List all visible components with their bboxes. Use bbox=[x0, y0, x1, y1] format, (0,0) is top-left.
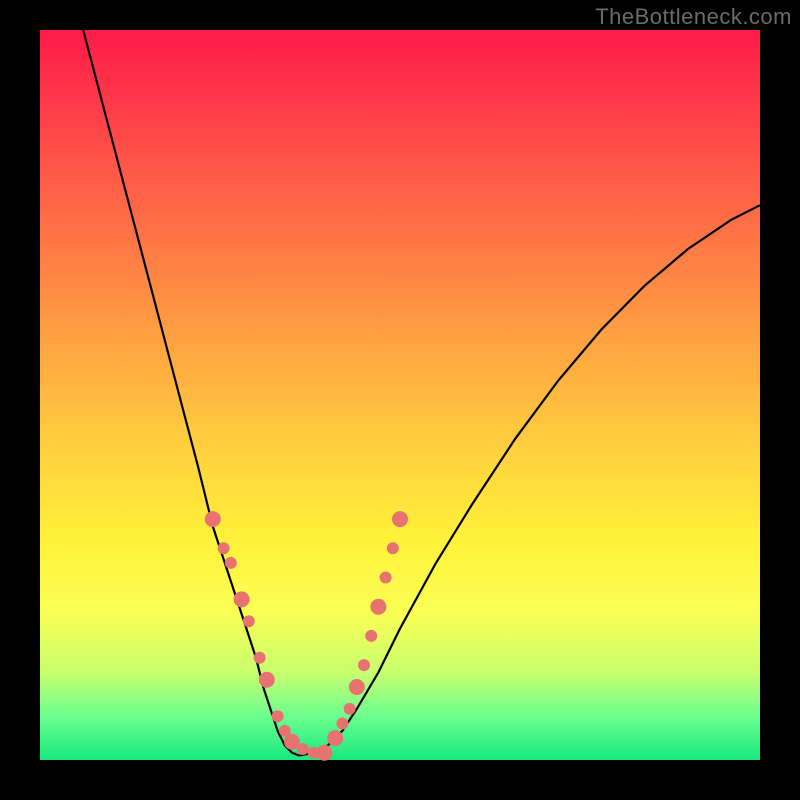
marker-dot bbox=[344, 703, 356, 715]
marker-dot bbox=[370, 599, 386, 615]
markers-left-cluster bbox=[205, 511, 333, 761]
marker-dot bbox=[225, 557, 237, 569]
markers-right-cluster bbox=[327, 511, 408, 746]
bottleneck-curve-right bbox=[299, 205, 760, 755]
marker-dot bbox=[380, 572, 392, 584]
marker-dot bbox=[365, 630, 377, 642]
marker-dot bbox=[392, 511, 408, 527]
marker-dot bbox=[336, 718, 348, 730]
marker-dot bbox=[349, 679, 365, 695]
marker-dot bbox=[316, 745, 332, 761]
bottleneck-curve-left bbox=[83, 30, 299, 756]
marker-dot bbox=[218, 542, 230, 554]
chart-svg bbox=[40, 30, 760, 760]
marker-dot bbox=[254, 652, 266, 664]
marker-dot bbox=[205, 511, 221, 527]
marker-dot bbox=[272, 710, 284, 722]
marker-dot bbox=[243, 615, 255, 627]
marker-dot bbox=[259, 672, 275, 688]
chart-frame: TheBottleneck.com bbox=[0, 0, 800, 800]
watermark-text: TheBottleneck.com bbox=[595, 4, 792, 30]
marker-dot bbox=[297, 743, 309, 755]
curve-group bbox=[83, 30, 760, 756]
marker-dot bbox=[327, 730, 343, 746]
marker-dot bbox=[234, 591, 250, 607]
marker-dot bbox=[387, 542, 399, 554]
marker-dot bbox=[358, 659, 370, 671]
